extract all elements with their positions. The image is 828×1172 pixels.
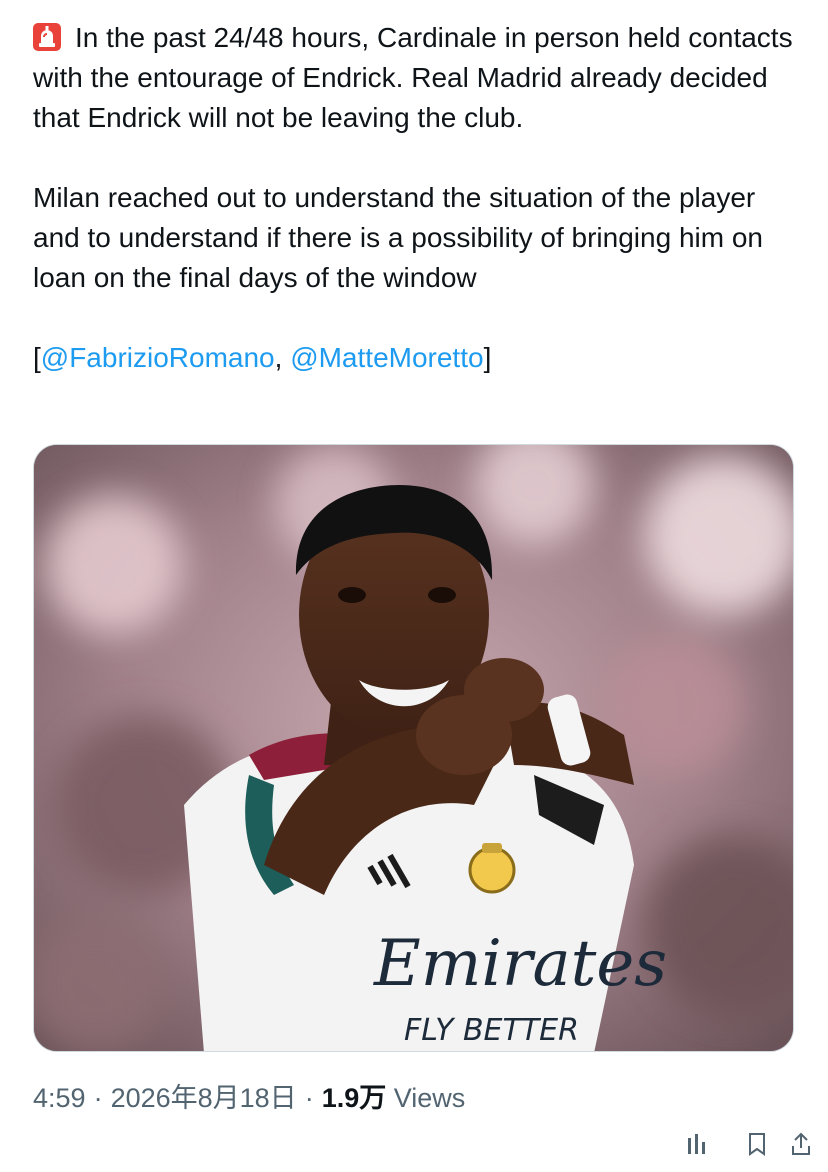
siren-emoji-icon — [33, 23, 61, 51]
share-icon[interactable] — [790, 1132, 812, 1156]
tweet-photo[interactable]: Emirates FLY BETTER — [33, 444, 794, 1052]
meta-dot-2: · — [304, 1083, 314, 1113]
credits-close-bracket: ] — [483, 342, 492, 373]
tweet-meta: 4:59 · 2026年8月18日 · 1.9万 Views — [33, 1080, 465, 1116]
tweet-credits: [@FabrizioRomano, @MatteMoretto] — [33, 338, 803, 378]
tweet-paragraph-2: Milan reached out to understand the situ… — [33, 182, 763, 293]
kit-sponsor-text: Emirates — [373, 927, 667, 1001]
views-count: 1.9万 — [321, 1083, 387, 1113]
mention-mattemoretto-link[interactable]: @MatteMoretto — [290, 342, 483, 373]
views-label: Views — [393, 1083, 466, 1113]
tweet-paragraph-1: In the past 24/48 hours, Cardinale in pe… — [33, 18, 803, 138]
tweet-date[interactable]: 2026年8月18日 — [111, 1083, 297, 1113]
analytics-icon[interactable] — [686, 1132, 708, 1156]
bookmark-icon[interactable] — [746, 1132, 768, 1156]
meta-dot: · — [93, 1083, 103, 1113]
credits-separator: , — [274, 342, 291, 373]
action-bar — [0, 1122, 828, 1172]
tweet-time[interactable]: 4:59 — [33, 1083, 86, 1113]
kit-sponsor-subtext: FLY BETTER — [404, 1013, 579, 1048]
tweet-paragraph-1-text: In the past 24/48 hours, Cardinale in pe… — [33, 22, 793, 133]
tweet-text: In the past 24/48 hours, Cardinale in pe… — [33, 18, 803, 378]
mention-fabrizioromano-link[interactable]: @FabrizioRomano — [41, 342, 275, 373]
credits-open-bracket: [ — [33, 342, 41, 373]
player-photo-illustration: Emirates FLY BETTER — [34, 445, 793, 1051]
